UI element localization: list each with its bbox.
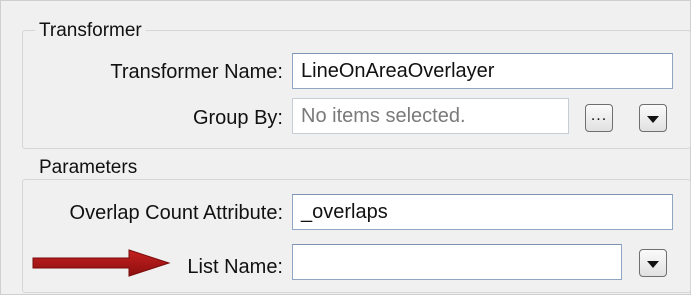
chevron-down-icon [647, 115, 659, 123]
overlap-count-attribute-field[interactable]: _overlaps [292, 194, 673, 230]
list-name-dropdown-button[interactable] [639, 249, 667, 277]
transformer-name-label: Transformer Name: [110, 61, 283, 83]
parameters-group-title: Parameters [35, 157, 142, 179]
ellipsis-icon: ... [590, 107, 608, 124]
overlap-count-attribute-label: Overlap Count Attribute: [69, 202, 283, 224]
transformer-group-title: Transformer [35, 20, 146, 42]
group-by-label: Group By: [192, 107, 283, 129]
group-by-ellipsis-button[interactable]: ... [585, 104, 613, 132]
transformer-name-field[interactable]: LineOnAreaOverlayer [292, 53, 673, 89]
group-by-field[interactable]: No items selected. [292, 98, 569, 134]
group-by-dropdown-button[interactable] [639, 104, 667, 132]
list-name-label: List Name: [187, 256, 283, 278]
chevron-down-icon [647, 260, 659, 268]
red-arrow-icon [32, 249, 171, 277]
transformer-parameters-dialog: Transformer Transformer Name: LineOnArea… [0, 0, 691, 295]
list-name-field[interactable] [292, 244, 622, 280]
